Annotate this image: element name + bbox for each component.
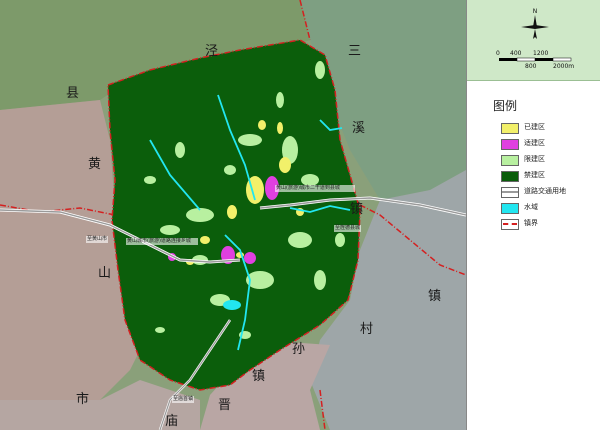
legend-label: 限建区	[524, 155, 545, 163]
legend-swatch	[501, 203, 519, 214]
legend-swatch	[501, 187, 519, 198]
legend-item: 镇界	[501, 217, 597, 231]
place-label: 镇	[350, 202, 364, 217]
place-label: 县	[66, 86, 80, 101]
compass-panel: N 0 400 1200 800 2000m	[467, 0, 600, 81]
legend: 图例 已建区 适建区 限建区 禁建区 道路交通用地 水域 镇界	[467, 81, 600, 430]
legend-label: 道路交通用地	[524, 187, 566, 195]
road-label: 黄山城市(旅游)道路连接乡城	[126, 238, 198, 245]
place-label: 村	[360, 322, 374, 337]
place-label: 庙	[165, 414, 179, 429]
place-label: 镇	[252, 369, 266, 384]
map-figure: 泾 三 县 溪 黄 山 镇 镇 村 孙 镇 市 晋 庙 黄山(旅游)城市二干道到…	[0, 0, 600, 430]
place-label: 黄	[88, 157, 102, 172]
legend-label: 镇界	[524, 219, 538, 227]
north-label: N	[533, 8, 538, 15]
scale-tick: 400	[510, 50, 522, 57]
legend-item: 道路交通用地	[501, 185, 597, 199]
scale-tick: 800	[525, 63, 537, 70]
legend-label: 禁建区	[524, 171, 545, 179]
place-label: 镇	[428, 289, 442, 304]
road-label: 至庙首镇	[172, 396, 195, 403]
legend-swatch	[501, 171, 519, 182]
place-label: 市	[76, 392, 90, 407]
legend-item: 禁建区	[501, 169, 597, 183]
place-label: 泾	[205, 44, 219, 59]
sidebar: N 0 400 1200 800 2000m 图例 已建区 适建区 限建区 禁建…	[466, 0, 600, 430]
water-pond	[223, 300, 241, 310]
place-label: 三	[348, 44, 362, 59]
scale-tick: 1200	[533, 50, 549, 57]
place-label: 孙	[292, 342, 306, 357]
legend-label: 已建区	[524, 123, 545, 131]
legend-label: 水域	[524, 203, 538, 211]
place-label: 山	[98, 266, 112, 281]
legend-swatch	[501, 219, 519, 230]
legend-item: 已建区	[501, 121, 597, 135]
road-label: 至黄山市	[86, 236, 109, 243]
scale-bar	[499, 58, 517, 61]
legend-swatch	[501, 139, 519, 150]
place-label: 溪	[352, 121, 366, 136]
road-label: 至旌德县城	[334, 225, 362, 232]
place-label: 晋	[218, 398, 232, 413]
legend-item: 限建区	[501, 153, 597, 167]
road-label: 黄山(旅游)城市二干道到县城	[275, 185, 355, 192]
land-use-map	[0, 0, 466, 430]
scale-tick: 0	[496, 50, 500, 57]
scale-tick: 2000m	[553, 63, 575, 70]
legend-item: 水域	[501, 201, 597, 215]
legend-swatch	[501, 155, 519, 166]
legend-title: 图例	[493, 99, 518, 113]
legend-label: 适建区	[524, 139, 545, 147]
legend-swatch	[501, 123, 519, 134]
legend-item: 适建区	[501, 137, 597, 151]
